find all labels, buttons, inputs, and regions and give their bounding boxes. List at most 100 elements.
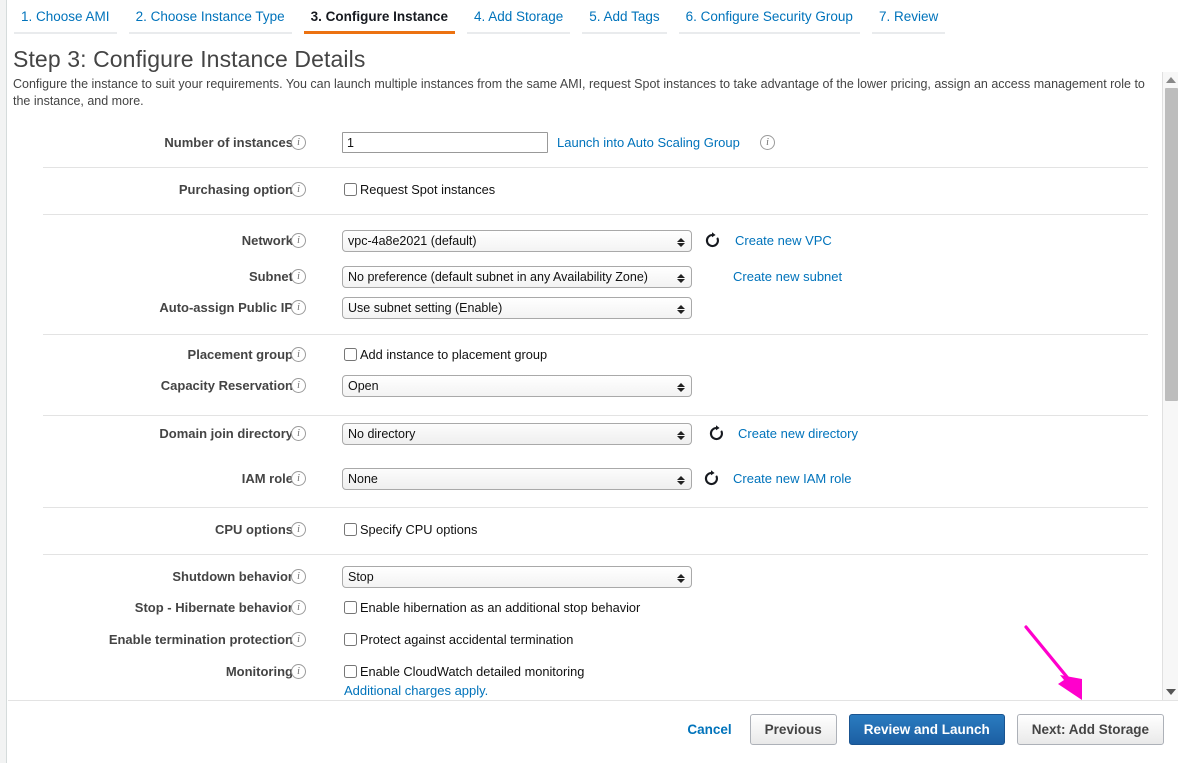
tab-add-tags[interactable]: 5. Add Tags: [576, 0, 672, 34]
row-divider: [43, 507, 1148, 508]
auto-assign-public-ip-select[interactable]: Use subnet setting (Enable): [342, 297, 692, 319]
field-row-cpu-options: CPU options i Specify CPU options: [8, 519, 1153, 541]
chevron-updown-icon: [676, 567, 686, 588]
field-domain-join-directory: No directory: [342, 423, 692, 445]
info-icon[interactable]: i: [291, 233, 306, 248]
label-cpu-options: CPU options: [33, 519, 293, 541]
label-subnet: Subnet: [33, 266, 293, 288]
create-new-directory-link[interactable]: Create new directory: [738, 426, 858, 441]
label-domain-join-directory: Domain join directory: [33, 423, 293, 445]
scrollbar-thumb[interactable]: [1165, 88, 1178, 401]
tab-add-storage[interactable]: 4. Add Storage: [461, 0, 576, 34]
info-icon[interactable]: i: [291, 426, 306, 441]
field-number-of-instances: [342, 132, 548, 153]
page-title: Step 3: Configure Instance Details: [13, 46, 365, 73]
configure-instance-form-scroll: Number of instances i Launch into Auto S…: [8, 72, 1178, 700]
scroll-down-button[interactable]: [1163, 684, 1178, 700]
vertical-scrollbar[interactable]: [1162, 72, 1178, 700]
tab-configure-security-group[interactable]: 6. Configure Security Group: [673, 0, 866, 34]
field-monitoring: Enable CloudWatch detailed monitoring: [344, 663, 584, 681]
info-icon[interactable]: i: [291, 378, 306, 393]
info-icon[interactable]: i: [291, 600, 306, 615]
row-divider: [43, 334, 1148, 335]
field-row-termination-protection: Enable termination protection i Protect …: [8, 629, 1153, 651]
cancel-button[interactable]: Cancel: [681, 715, 737, 744]
additional-charges-apply-link[interactable]: Additional charges apply.: [344, 683, 488, 698]
info-icon[interactable]: i: [291, 347, 306, 362]
info-icon[interactable]: i: [291, 135, 306, 150]
field-capacity-reservation: Open: [342, 375, 692, 397]
field-shutdown-behavior: Stop: [342, 566, 692, 588]
wizard-footer: Cancel Previous Review and Launch Next: …: [8, 701, 1178, 763]
enable-hibernation-checkbox[interactable]: [344, 601, 357, 614]
protect-against-termination-checkbox[interactable]: [344, 633, 357, 646]
tab-label: 4. Add Storage: [474, 9, 563, 24]
label-purchasing-option: Purchasing option: [33, 179, 293, 201]
field-termination-protection: Protect against accidental termination: [344, 631, 573, 649]
wizard-step-tabs: 1. Choose AMI 2. Choose Instance Type 3.…: [8, 0, 1178, 36]
field-row-network: Network i vpc-4a8e2021 (default) Create …: [8, 230, 1153, 252]
request-spot-instances-checkbox[interactable]: [344, 183, 357, 196]
field-row-monitoring: Monitoring i Enable CloudWatch detailed …: [8, 661, 1153, 700]
tab-underline: [467, 32, 570, 34]
add-instance-to-placement-group-checkbox[interactable]: [344, 348, 357, 361]
field-purchasing-option: Request Spot instances: [344, 181, 495, 199]
tab-review[interactable]: 7. Review: [866, 0, 951, 34]
info-icon[interactable]: i: [291, 664, 306, 679]
info-icon-auto-scaling[interactable]: i: [760, 135, 775, 150]
protect-against-termination-label: Protect against accidental termination: [360, 631, 573, 649]
field-placement-group: Add instance to placement group: [344, 346, 547, 364]
tab-label: 5. Add Tags: [589, 9, 659, 24]
refresh-icon-network[interactable]: [704, 232, 721, 249]
label-capacity-reservation: Capacity Reservation: [33, 375, 293, 397]
tab-underline: [679, 32, 860, 34]
tab-choose-instance-type[interactable]: 2. Choose Instance Type: [123, 0, 298, 34]
info-icon[interactable]: i: [291, 182, 306, 197]
create-new-subnet-link[interactable]: Create new subnet: [733, 269, 842, 284]
info-icon[interactable]: i: [291, 269, 306, 284]
row-divider: [43, 554, 1148, 555]
enable-cloudwatch-monitoring-checkbox[interactable]: [344, 665, 357, 678]
launch-into-auto-scaling-group-link[interactable]: Launch into Auto Scaling Group: [557, 135, 740, 150]
tab-configure-instance[interactable]: 3. Configure Instance: [298, 0, 461, 34]
subnet-select[interactable]: No preference (default subnet in any Ava…: [342, 266, 692, 288]
tab-underline-active: [304, 31, 455, 34]
info-icon[interactable]: i: [291, 569, 306, 584]
label-auto-assign-public-ip: Auto-assign Public IP: [33, 297, 293, 319]
previous-button[interactable]: Previous: [750, 714, 837, 745]
tab-label: 1. Choose AMI: [21, 9, 110, 24]
info-icon[interactable]: i: [291, 300, 306, 315]
refresh-icon-iam-role[interactable]: [703, 470, 720, 487]
domain-join-directory-select[interactable]: No directory: [342, 423, 692, 445]
label-shutdown-behavior: Shutdown behavior: [33, 566, 293, 588]
info-icon[interactable]: i: [291, 522, 306, 537]
create-new-vpc-link[interactable]: Create new VPC: [735, 233, 832, 248]
capacity-reservation-select[interactable]: Open: [342, 375, 692, 397]
info-icon[interactable]: i: [291, 632, 306, 647]
field-row-hibernate-behavior: Stop - Hibernate behavior i Enable hiber…: [8, 597, 1153, 619]
field-hibernate-behavior: Enable hibernation as an additional stop…: [344, 599, 640, 617]
request-spot-instances-label: Request Spot instances: [360, 181, 495, 199]
field-auto-assign-public-ip: Use subnet setting (Enable): [342, 297, 692, 319]
chevron-updown-icon: [676, 231, 686, 252]
row-divider: [43, 415, 1148, 416]
shutdown-behavior-select[interactable]: Stop: [342, 566, 692, 588]
create-new-iam-role-link[interactable]: Create new IAM role: [733, 471, 852, 486]
network-select[interactable]: vpc-4a8e2021 (default): [342, 230, 692, 252]
number-of-instances-input[interactable]: [342, 132, 548, 153]
review-and-launch-button[interactable]: Review and Launch: [849, 714, 1005, 745]
label-network: Network: [33, 230, 293, 252]
tab-underline: [582, 32, 666, 34]
tab-label: 2. Choose Instance Type: [136, 9, 285, 24]
chevron-updown-icon: [676, 298, 686, 319]
label-monitoring: Monitoring: [33, 661, 293, 683]
info-icon[interactable]: i: [291, 471, 306, 486]
scroll-up-button[interactable]: [1163, 72, 1178, 88]
specify-cpu-options-checkbox[interactable]: [344, 523, 357, 536]
refresh-icon-directory[interactable]: [708, 425, 725, 442]
iam-role-select[interactable]: None: [342, 468, 692, 490]
tab-choose-ami[interactable]: 1. Choose AMI: [8, 0, 123, 34]
label-termination-protection: Enable termination protection: [33, 629, 293, 651]
field-cpu-options: Specify CPU options: [344, 521, 477, 539]
next-add-storage-button[interactable]: Next: Add Storage: [1017, 714, 1164, 745]
